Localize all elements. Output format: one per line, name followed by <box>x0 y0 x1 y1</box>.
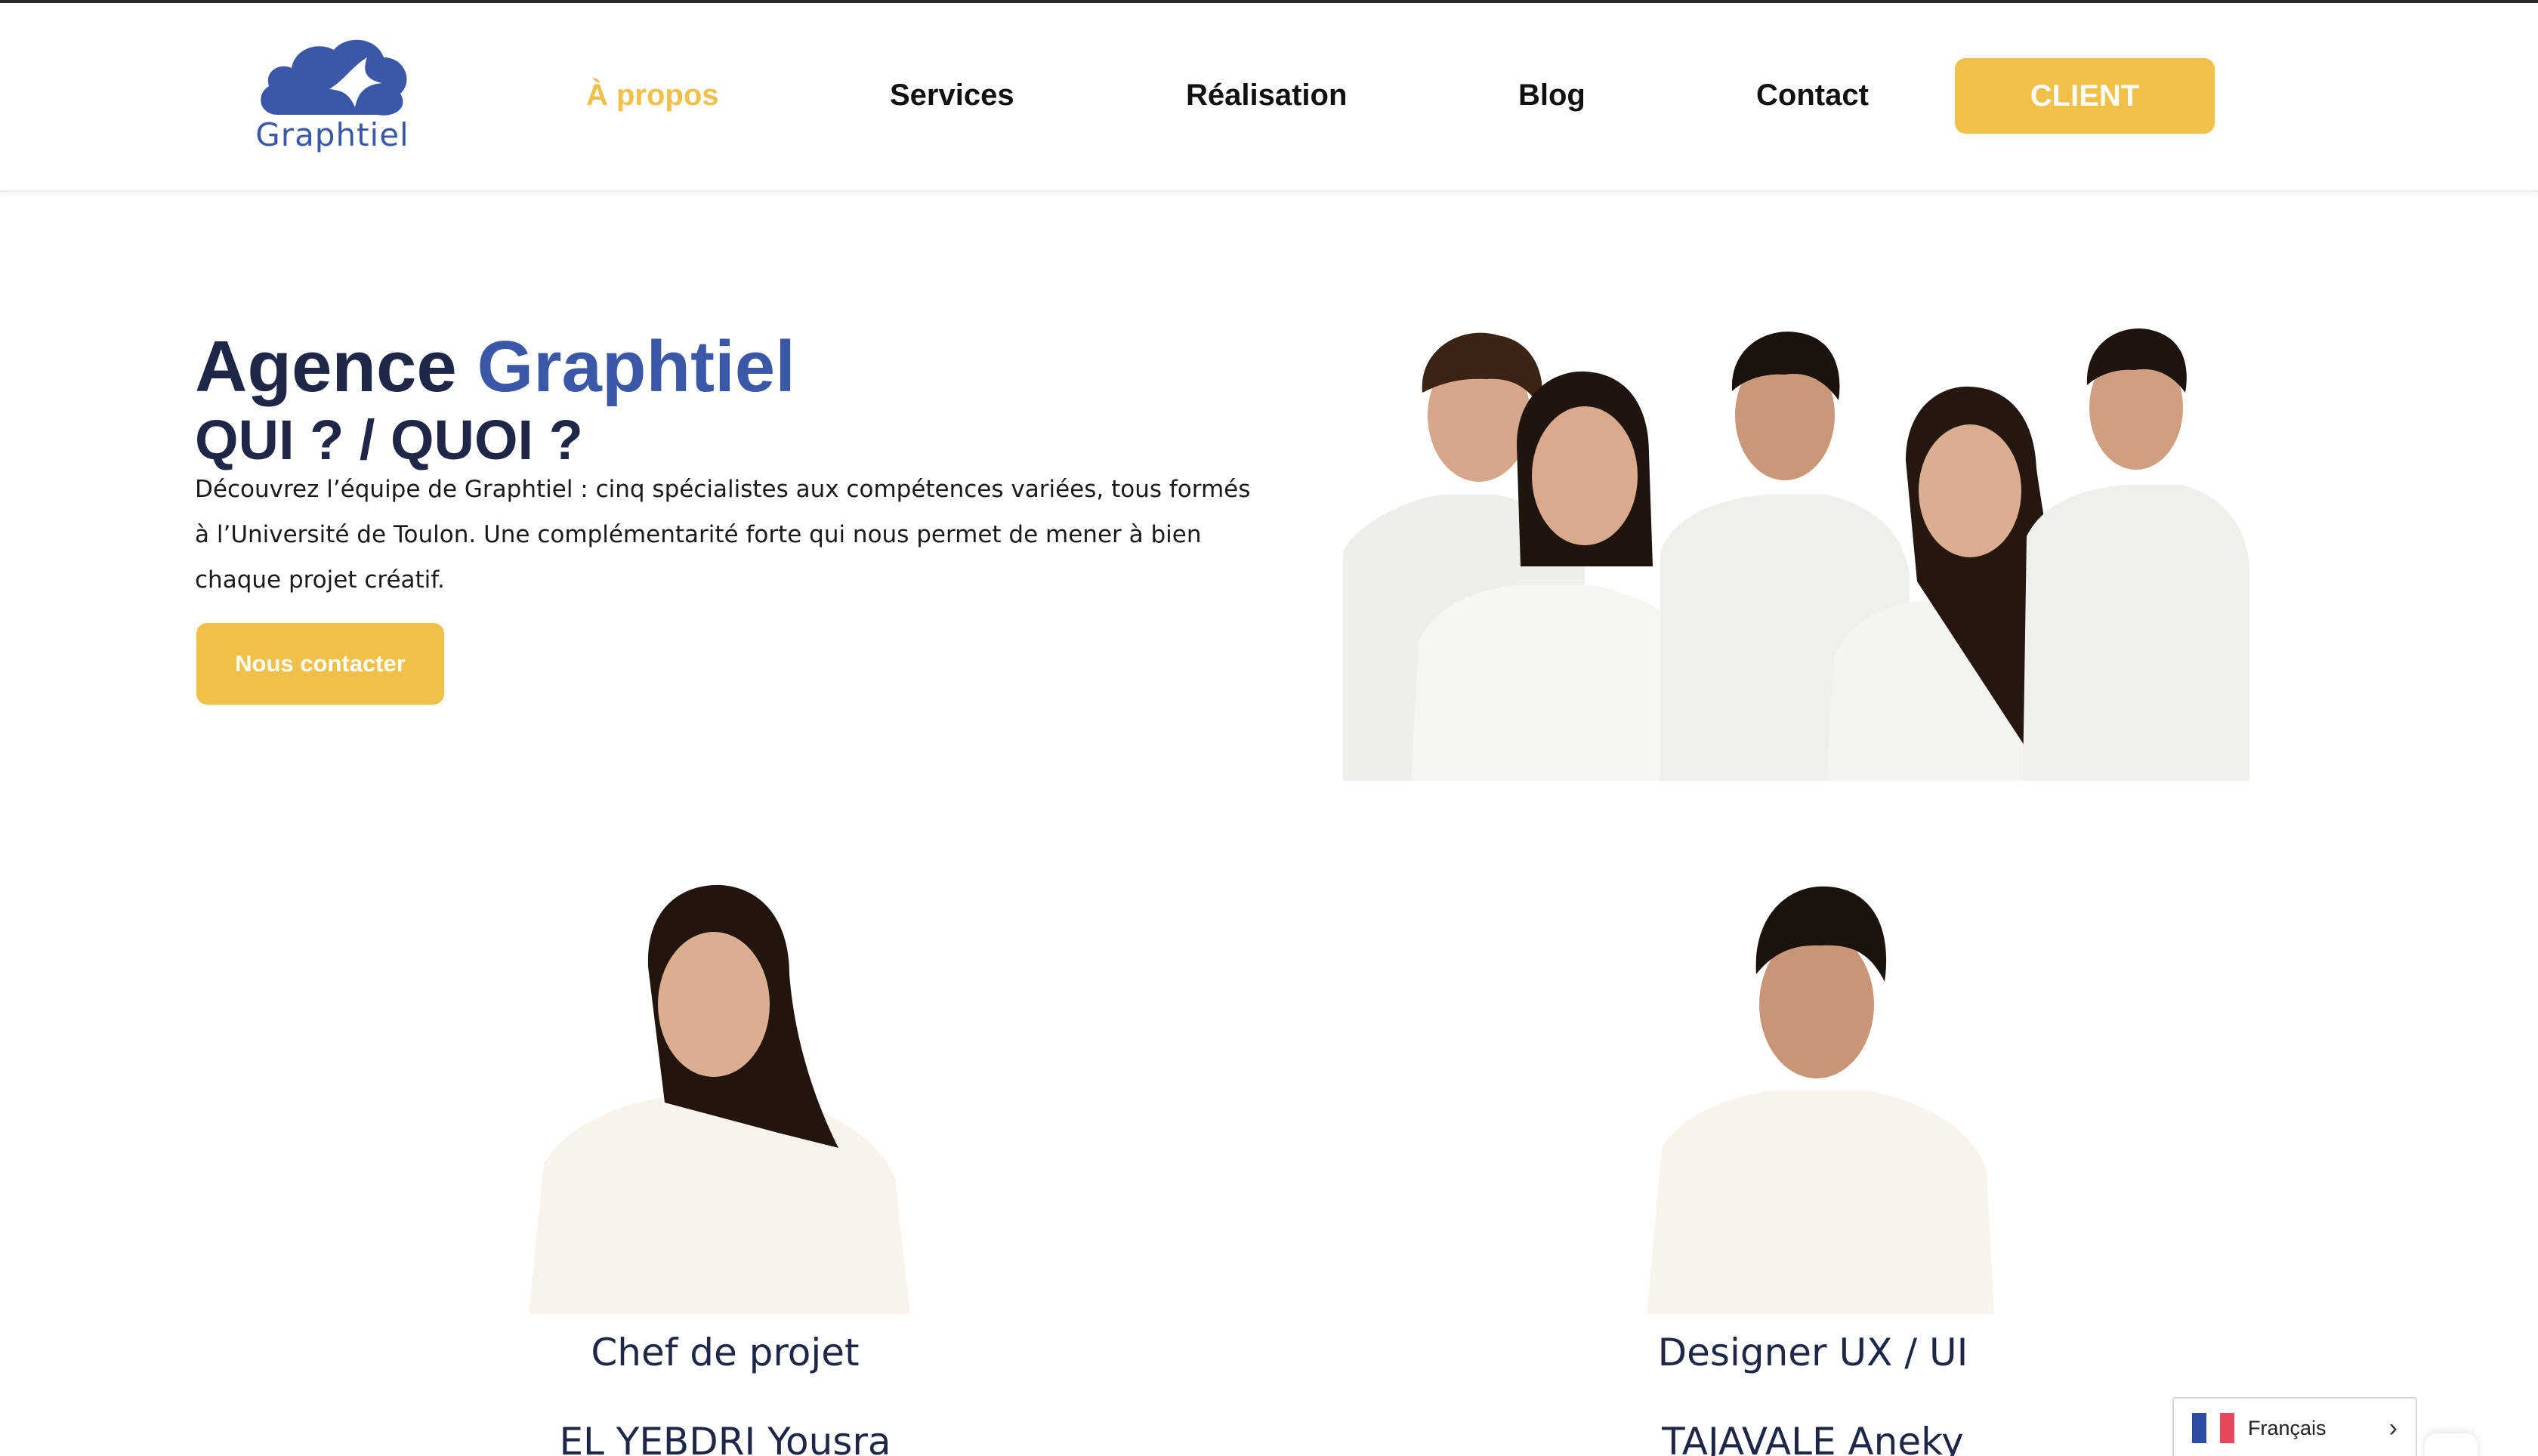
nav-item-a-propos[interactable]: À propos <box>586 79 719 113</box>
site-header: Graphtiel À propos Services Réalisation … <box>0 3 2538 192</box>
team-role-label: Chef de projet <box>591 1331 860 1374</box>
nav-item-services[interactable]: Services <box>890 79 1014 113</box>
language-label: Français <box>2248 1416 2326 1439</box>
hero-description: Découvrez l’équipe de Graphtiel : cinq s… <box>195 476 1251 594</box>
title-graphtiel: Graphtiel <box>477 326 795 407</box>
cloud-star-logo-icon <box>261 39 407 116</box>
contact-us-button[interactable]: Nous contacter <box>196 623 444 705</box>
graphtiel-logo[interactable]: Graphtiel <box>255 30 409 159</box>
france-flag-icon <box>2192 1413 2235 1443</box>
team-member-name: EL YEBDRI Yousra <box>559 1420 891 1456</box>
team-member-name: TAJAVALE Aneky <box>1662 1420 1964 1456</box>
language-selector[interactable]: Français › <box>2172 1397 2417 1456</box>
title-agence: Agence <box>195 326 457 407</box>
team-member-figure <box>2023 329 2249 781</box>
nav-item-realisation[interactable]: Réalisation <box>1186 79 1347 113</box>
page-title: Agence Graphtiel <box>195 331 795 403</box>
team-group-photo <box>1343 325 2257 781</box>
client-button[interactable]: CLIENT <box>1955 58 2215 134</box>
portrait-designer-ux-ui <box>1639 876 2002 1314</box>
nav-item-blog[interactable]: Blog <box>1518 79 1585 113</box>
logo-wordmark: Graphtiel <box>255 116 409 153</box>
floating-widget-tab[interactable] <box>2425 1433 2478 1456</box>
team-role-label: Designer UX / UI <box>1657 1331 1968 1374</box>
nav-item-contact[interactable]: Contact <box>1756 79 1869 113</box>
chevron-right-icon: › <box>2388 1413 2398 1442</box>
portrait-chef-de-projet <box>521 876 914 1314</box>
page-subtitle: QUI ? / QUOI ? <box>195 409 583 471</box>
